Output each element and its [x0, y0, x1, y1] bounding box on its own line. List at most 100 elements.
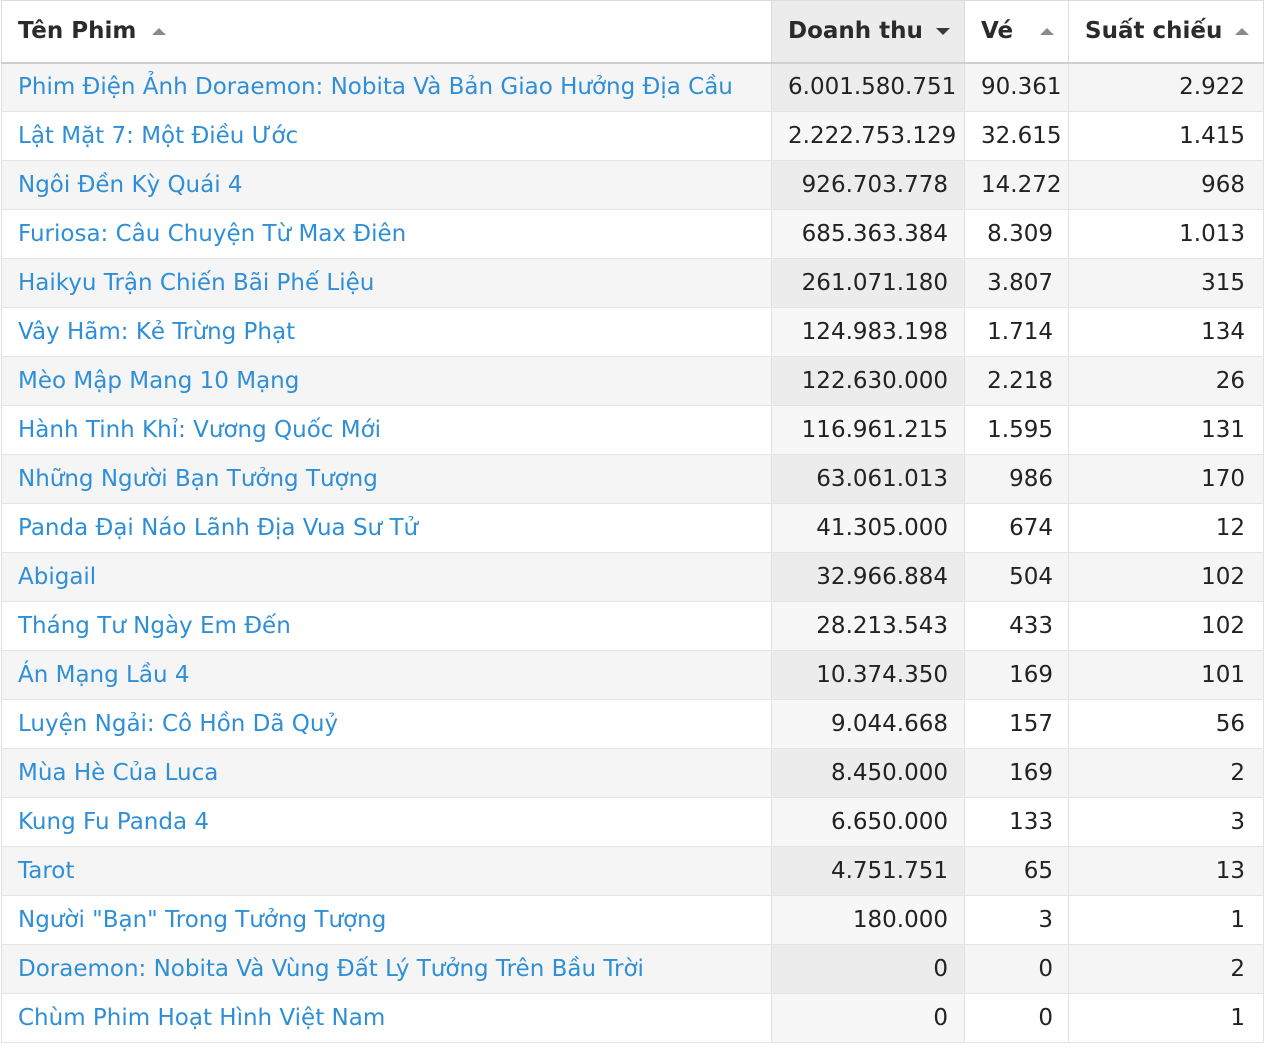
- movie-name-link[interactable]: Haikyu Trận Chiến Bãi Phế Liệu: [1, 258, 772, 308]
- revenue-cell: 6.001.580.751: [771, 62, 965, 112]
- showtimes-cell: 2: [1068, 944, 1264, 994]
- tickets-cell: 986: [964, 454, 1069, 504]
- revenue-cell: 6.650.000: [771, 797, 965, 847]
- sort-ascending-icon[interactable]: [1235, 27, 1249, 35]
- revenue-cell: 28.213.543: [771, 601, 965, 651]
- showtimes-cell: 101: [1068, 650, 1264, 700]
- revenue-cell: 9.044.668: [771, 699, 965, 749]
- revenue-cell: 122.630.000: [771, 356, 965, 406]
- tickets-cell: 90.361: [964, 62, 1069, 112]
- revenue-cell: 180.000: [771, 895, 965, 945]
- movie-name-link[interactable]: Mùa Hè Của Luca: [1, 748, 772, 798]
- sort-ascending-icon[interactable]: [152, 27, 167, 35]
- movie-name-link[interactable]: Kung Fu Panda 4: [1, 797, 772, 847]
- movie-name-link[interactable]: Án Mạng Lầu 4: [1, 650, 772, 700]
- revenue-cell: 0: [771, 993, 965, 1043]
- revenue-cell: 261.071.180: [771, 258, 965, 308]
- movie-name-link[interactable]: Mèo Mập Mang 10 Mạng: [1, 356, 772, 406]
- showtimes-cell: 1: [1068, 895, 1264, 945]
- showtimes-cell: 2.922: [1068, 62, 1264, 112]
- table-row: Án Mạng Lầu 4 10.374.350 169 101: [1, 650, 1264, 700]
- showtimes-cell: 170: [1068, 454, 1264, 504]
- table-row: Người "Bạn" Trong Tưởng Tượng 180.000 3 1: [1, 895, 1264, 945]
- table-row: Furiosa: Câu Chuyện Từ Max Điên 685.363.3…: [1, 209, 1264, 259]
- table-row: Luyện Ngải: Cô Hồn Dã Quỷ 9.044.668 157 56: [1, 699, 1264, 749]
- revenue-cell: 124.983.198: [771, 307, 965, 357]
- showtimes-cell: 1.415: [1068, 111, 1264, 161]
- revenue-cell: 4.751.751: [771, 846, 965, 896]
- table-row: Tarot 4.751.751 65 13: [1, 846, 1264, 896]
- revenue-cell: 116.961.215: [771, 405, 965, 455]
- table-row: Những Người Bạn Tưởng Tượng 63.061.013 986…: [1, 454, 1264, 504]
- sort-descending-icon[interactable]: [936, 27, 950, 35]
- movie-name-link[interactable]: Những Người Bạn Tưởng Tượng: [1, 454, 772, 504]
- table-body: Phim Điện Ảnh Doraemon: Nobita Và Bản Gi…: [1, 62, 1264, 1043]
- showtimes-cell: 26: [1068, 356, 1264, 406]
- revenue-cell: 10.374.350: [771, 650, 965, 700]
- movie-name-link[interactable]: Panda Đại Náo Lãnh Địa Vua Sư Tử: [1, 503, 772, 553]
- tickets-cell: 3.807: [964, 258, 1069, 308]
- table-row: Tháng Tư Ngày Em Đến 28.213.543 433 102: [1, 601, 1264, 651]
- showtimes-cell: 102: [1068, 601, 1264, 651]
- movie-name-link[interactable]: Furiosa: Câu Chuyện Từ Max Điên: [1, 209, 772, 259]
- column-header-revenue[interactable]: Doanh thu: [771, 0, 965, 64]
- table-row: Ngôi Đền Kỳ Quái 4 926.703.778 14.272 968: [1, 160, 1264, 210]
- table-row: Mèo Mập Mang 10 Mạng 122.630.000 2.218 26: [1, 356, 1264, 406]
- tickets-cell: 433: [964, 601, 1069, 651]
- tickets-cell: 2.218: [964, 356, 1069, 406]
- movie-name-link[interactable]: Người "Bạn" Trong Tưởng Tượng: [1, 895, 772, 945]
- tickets-cell: 0: [964, 944, 1069, 994]
- tickets-cell: 1.595: [964, 405, 1069, 455]
- column-header-showtimes[interactable]: Suất chiếu: [1068, 0, 1264, 64]
- revenue-cell: 2.222.753.129: [771, 111, 965, 161]
- column-label-showtimes: Suất chiếu: [1085, 18, 1223, 45]
- tickets-cell: 8.309: [964, 209, 1069, 259]
- table-row: Abigail 32.966.884 504 102: [1, 552, 1264, 602]
- table-row: Hành Tinh Khỉ: Vương Quốc Mới 116.961.215…: [1, 405, 1264, 455]
- movie-name-link[interactable]: Vây Hãm: Kẻ Trừng Phạt: [1, 307, 772, 357]
- tickets-cell: 169: [964, 650, 1069, 700]
- showtimes-cell: 2: [1068, 748, 1264, 798]
- movie-name-link[interactable]: Tarot: [1, 846, 772, 896]
- tickets-cell: 133: [964, 797, 1069, 847]
- sort-ascending-icon[interactable]: [1040, 27, 1054, 35]
- column-header-movie-name[interactable]: Tên Phim: [1, 0, 772, 64]
- tickets-cell: 504: [964, 552, 1069, 602]
- movie-name-link[interactable]: Hành Tinh Khỉ: Vương Quốc Mới: [1, 405, 772, 455]
- movie-name-link[interactable]: Doraemon: Nobita Và Vùng Đất Lý Tưởng Tr…: [1, 944, 772, 994]
- movie-stats-table: Tên Phim Doanh thu Vé Suất chiếu Phim Đi…: [1, 0, 1264, 1043]
- tickets-cell: 157: [964, 699, 1069, 749]
- table-row: Doraemon: Nobita Và Vùng Đất Lý Tưởng Tr…: [1, 944, 1264, 994]
- table-header: Tên Phim Doanh thu Vé Suất chiếu: [1, 0, 1264, 64]
- header-row: Tên Phim Doanh thu Vé Suất chiếu: [1, 0, 1264, 64]
- showtimes-cell: 968: [1068, 160, 1264, 210]
- movie-name-link[interactable]: Chùm Phim Hoạt Hình Việt Nam: [1, 993, 772, 1043]
- table-row: Chùm Phim Hoạt Hình Việt Nam 0 0 1: [1, 993, 1264, 1043]
- tickets-cell: 674: [964, 503, 1069, 553]
- table-row: Phim Điện Ảnh Doraemon: Nobita Và Bản Gi…: [1, 62, 1264, 112]
- movie-name-link[interactable]: Abigail: [1, 552, 772, 602]
- movie-name-link[interactable]: Phim Điện Ảnh Doraemon: Nobita Và Bản Gi…: [1, 62, 772, 112]
- table-row: Kung Fu Panda 4 6.650.000 133 3: [1, 797, 1264, 847]
- tickets-cell: 169: [964, 748, 1069, 798]
- column-header-tickets[interactable]: Vé: [964, 0, 1069, 64]
- table-row: Lật Mặt 7: Một Điều Ước 2.222.753.129 32.6…: [1, 111, 1264, 161]
- revenue-cell: 0: [771, 944, 965, 994]
- movie-name-link[interactable]: Tháng Tư Ngày Em Đến: [1, 601, 772, 651]
- tickets-cell: 1.714: [964, 307, 1069, 357]
- column-label-tickets: Vé: [981, 18, 1014, 45]
- revenue-cell: 63.061.013: [771, 454, 965, 504]
- column-label-revenue: Doanh thu: [788, 18, 923, 45]
- movie-name-link[interactable]: Ngôi Đền Kỳ Quái 4: [1, 160, 772, 210]
- table-row: Mùa Hè Của Luca 8.450.000 169 2: [1, 748, 1264, 798]
- tickets-cell: 65: [964, 846, 1069, 896]
- showtimes-cell: 56: [1068, 699, 1264, 749]
- tickets-cell: 0: [964, 993, 1069, 1043]
- revenue-cell: 926.703.778: [771, 160, 965, 210]
- movie-name-link[interactable]: Luyện Ngải: Cô Hồn Dã Quỷ: [1, 699, 772, 749]
- movie-name-link[interactable]: Lật Mặt 7: Một Điều Ước: [1, 111, 772, 161]
- column-label-movie-name: Tên Phim: [18, 18, 137, 45]
- showtimes-cell: 131: [1068, 405, 1264, 455]
- showtimes-cell: 1: [1068, 993, 1264, 1043]
- table-row: Haikyu Trận Chiến Bãi Phế Liệu 261.071.18…: [1, 258, 1264, 308]
